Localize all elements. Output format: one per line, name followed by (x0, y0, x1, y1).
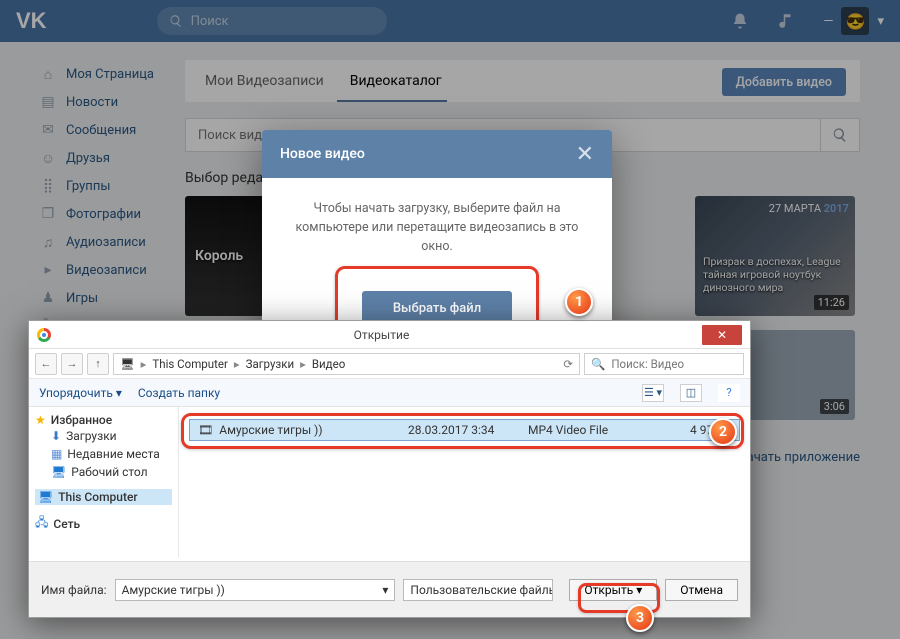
thumb-date: 27 МАРТА 2017 (769, 202, 849, 215)
sidebar-item-photos[interactable]: ❐Фотографии (40, 200, 170, 228)
message-icon: ✉ (40, 122, 56, 138)
chrome-icon (37, 328, 51, 342)
tab-my-videos[interactable]: Мои Видеозаписи (205, 73, 324, 89)
nav-fwd-button[interactable]: → (61, 353, 83, 375)
sidebar-recent[interactable]: ▦Недавние места (51, 445, 172, 463)
sidebar: ⌂Моя Страница ▤Новости ✉Сообщения ☺Друзь… (40, 60, 170, 340)
search-icon (832, 127, 848, 143)
sidebar-item-profile[interactable]: ⌂Моя Страница (40, 60, 170, 88)
tab-catalog[interactable]: Видеокаталог (350, 73, 442, 89)
thumb2-duration: 3:06 (820, 399, 849, 414)
bell-icon[interactable] (731, 12, 749, 30)
file-list[interactable]: 🎞Амурские тигры )) 28.03.2017 3:34 MP4 V… (179, 407, 750, 557)
feed-icon: ▤ (40, 94, 56, 110)
filename-input[interactable]: Амурские тигры ))▾ (115, 579, 396, 601)
groups-icon: ⣿ (40, 178, 56, 194)
cancel-button[interactable]: Отмена (665, 579, 738, 601)
dialog-addressbar: ← → ↑ 🖥 ▸This Computer ▸Загрузки ▸Видео … (29, 349, 750, 379)
nav-back-button[interactable]: ← (35, 353, 57, 375)
video-icon: ▸ (40, 262, 56, 278)
recent-icon: ▦ (51, 447, 62, 461)
step-badge-2: 2 (709, 418, 737, 446)
avatar: 😎 (841, 7, 869, 35)
pc-icon: 🖥 (120, 357, 135, 371)
sidebar-item-video[interactable]: ▸Видеозаписи (40, 256, 170, 284)
address-path[interactable]: 🖥 ▸This Computer ▸Загрузки ▸Видео ⟳ (113, 353, 580, 375)
desktop-icon: 🖥 (51, 465, 66, 479)
file-open-dialog: Открытие ✕ ← → ↑ 🖥 ▸This Computer ▸Загру… (28, 320, 751, 618)
sidebar-this-computer[interactable]: 🖥This Computer (35, 489, 172, 505)
audio-icon: ♫ (40, 234, 56, 250)
step-badge-3: 3 (626, 604, 654, 632)
close-icon[interactable]: ✕ (576, 142, 594, 167)
dialog-toolbar: Упорядочить ▾ Создать папку ☰ ▾ ◫ ? (29, 379, 750, 407)
thumb-4[interactable]: 27 МАРТА 2017 Призрак в доспехах, League… (695, 196, 855, 316)
username: — (823, 14, 833, 29)
pc-icon: 🖥 (38, 490, 53, 504)
sidebar-downloads[interactable]: ⬇Загрузки (51, 427, 172, 445)
add-video-button[interactable]: Добавить видео (722, 68, 846, 96)
header-search-placeholder: Поиск (191, 14, 229, 29)
modal-hint: Чтобы начать загрузку, выберите файл на … (290, 200, 584, 256)
thumb-caption: Призрак в доспехах, League тайная игрово… (703, 255, 855, 294)
sidebar-item-groups[interactable]: ⣿Группы (40, 172, 170, 200)
thumb-duration: 11:26 (814, 295, 849, 310)
video-search-button[interactable] (820, 118, 860, 152)
video-tabs: Мои Видеозаписи Видеокаталог Добавить ви… (185, 60, 860, 102)
preview-pane-button[interactable]: ◫ (680, 384, 702, 402)
dialog-title: Открытие (61, 328, 702, 342)
search-icon (169, 14, 183, 28)
header-right: — 😎 ▾ (731, 7, 884, 35)
games-icon: ♟ (40, 290, 56, 306)
sidebar-item-games[interactable]: ♟Игры (40, 284, 170, 312)
music-icon[interactable] (777, 12, 795, 30)
dialog-titlebar: Открытие ✕ (29, 321, 750, 349)
sidebar-item-audio[interactable]: ♫Аудиозаписи (40, 228, 170, 256)
dialog-body: ★Избранное ⬇Загрузки ▦Недавние места 🖥Ра… (29, 407, 750, 557)
download-icon: ⬇ (51, 429, 61, 443)
filename-label: Имя файла: (41, 583, 107, 597)
refresh-icon[interactable]: ⟳ (563, 357, 573, 371)
vk-header: VK Поиск — 😎 ▾ (0, 0, 900, 42)
sidebar-item-friends[interactable]: ☺Друзья (40, 144, 170, 172)
network-icon: 🖧 (35, 513, 48, 534)
header-search[interactable]: Поиск (157, 7, 387, 35)
tab-underline (337, 100, 447, 102)
step-badge-1: 1 (565, 288, 593, 316)
friends-icon: ☺ (40, 150, 56, 166)
newfolder-button[interactable]: Создать папку (138, 386, 220, 400)
sidebar-desktop[interactable]: 🖥Рабочий стол (51, 463, 172, 481)
search-icon: 🔍 (591, 357, 605, 371)
sidebar-network[interactable]: 🖧Сеть (35, 513, 172, 534)
vk-logo-icon[interactable]: VK (16, 8, 47, 34)
organize-menu[interactable]: Упорядочить ▾ (39, 386, 122, 400)
modal-title: Новое видео (280, 146, 365, 162)
view-mode-button[interactable]: ☰ ▾ (642, 384, 664, 402)
user-menu[interactable]: — 😎 ▾ (823, 7, 884, 35)
dialog-close-button[interactable]: ✕ (702, 325, 742, 345)
favorites-group[interactable]: ★Избранное (35, 413, 172, 427)
dialog-sidebar: ★Избранное ⬇Загрузки ▦Недавние места 🖥Ра… (29, 407, 179, 557)
photos-icon: ❐ (40, 206, 56, 222)
dialog-search[interactable]: 🔍 Поиск: Видео (584, 353, 744, 375)
sidebar-item-news[interactable]: ▤Новости (40, 88, 170, 116)
help-icon[interactable]: ? (718, 384, 740, 402)
filetype-filter[interactable]: Пользовательские файлы▾ (403, 579, 553, 601)
nav-up-button[interactable]: ↑ (87, 353, 109, 375)
step2-highlight (181, 413, 744, 449)
sidebar-item-messages[interactable]: ✉Сообщения (40, 116, 170, 144)
chevron-down-icon: ▾ (877, 14, 884, 29)
star-icon: ★ (35, 413, 46, 427)
home-icon: ⌂ (40, 66, 56, 82)
modal-header: Новое видео ✕ (262, 130, 612, 178)
